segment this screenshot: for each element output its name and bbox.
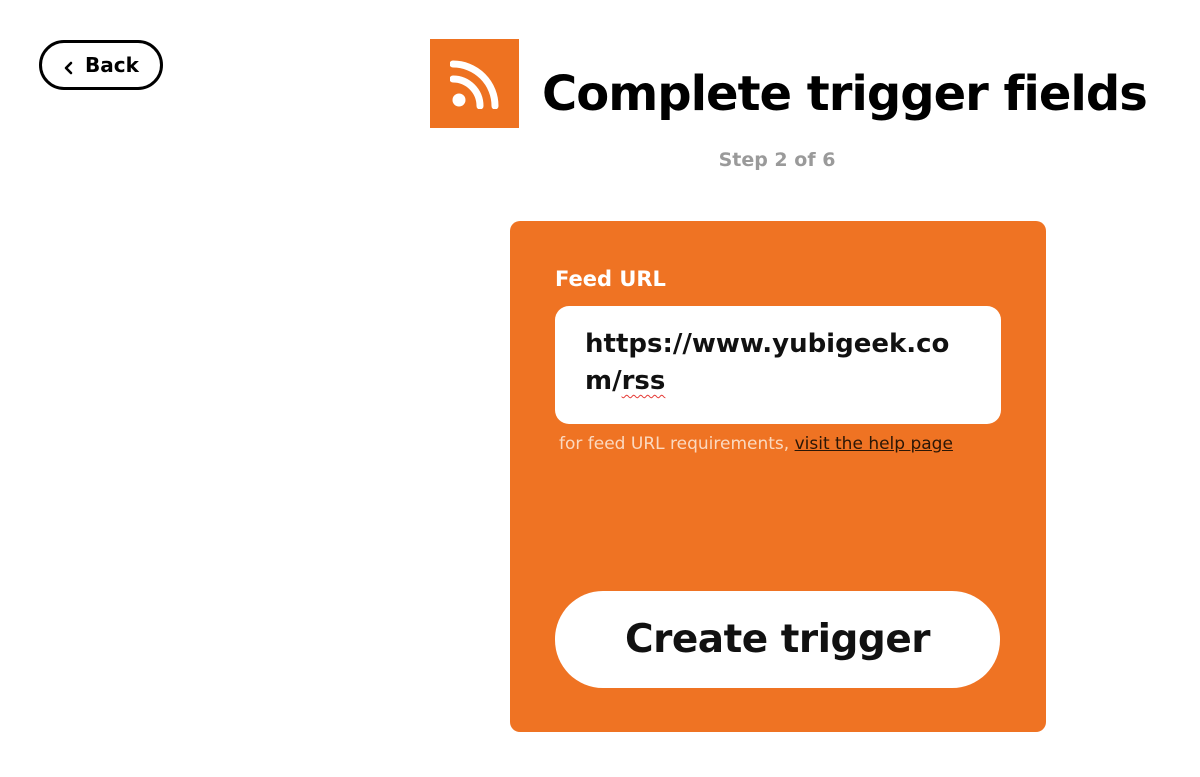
chevron-left-icon	[63, 57, 75, 75]
back-button[interactable]: Back	[39, 40, 163, 90]
feed-url-label: Feed URL	[555, 267, 666, 291]
help-page-link[interactable]: visit the help page	[795, 434, 953, 454]
feed-url-input[interactable]: https://www.yubigeek.com/rss	[555, 306, 1001, 424]
trigger-fields-card: Feed URL https://www.yubigeek.com/rss fo…	[510, 221, 1046, 732]
back-label: Back	[85, 53, 139, 77]
help-text: for feed URL requirements, visit the hel…	[559, 434, 953, 454]
rss-icon	[430, 39, 519, 128]
help-prefix: for feed URL requirements,	[559, 434, 795, 454]
page-title: Complete trigger fields	[542, 66, 1148, 122]
feed-url-value-part2: rss	[621, 366, 666, 396]
step-indicator: Step 2 of 6	[718, 149, 836, 171]
create-trigger-button[interactable]: Create trigger	[555, 591, 1000, 688]
